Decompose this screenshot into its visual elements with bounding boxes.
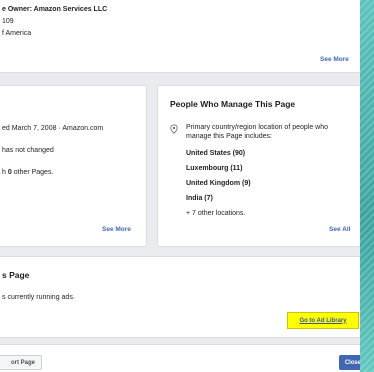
ads-status: s currently running ads. <box>2 294 75 301</box>
location-item: India (7) <box>186 195 213 202</box>
dialog-footer: ort Page Close <box>0 344 374 372</box>
merged-line: h 0 other Pages. <box>2 169 54 176</box>
info-line-3: f America <box>2 30 32 37</box>
report-page-button[interactable]: ort Page <box>0 355 42 370</box>
info-see-more-link[interactable]: See More <box>320 56 349 63</box>
page-history-card: ed March 7, 2008 · Amazon.com has not ch… <box>0 85 147 247</box>
managers-description-1: Primary country/region location of peopl… <box>186 124 329 131</box>
location-item: Luxembourg (11) <box>186 165 243 172</box>
name-change-line: has not changed <box>2 147 54 154</box>
managers-title: People Who Manage This Page <box>170 99 296 109</box>
history-see-more-link[interactable]: See More <box>102 226 131 233</box>
map-pin-icon <box>170 124 178 134</box>
background-edge <box>360 0 374 372</box>
page-managers-card: People Who Manage This Page Primary coun… <box>157 85 367 247</box>
location-item: United Kingdom (9) <box>186 180 251 187</box>
created-line: ed March 7, 2008 · Amazon.com <box>2 125 104 132</box>
managers-see-all-link[interactable]: See All <box>329 226 350 233</box>
owner-line: e Owner: Amazon Services LLC <box>2 6 108 13</box>
managers-description-2: manage this Page includes: <box>186 133 272 140</box>
more-locations: + 7 other locations. <box>186 210 246 217</box>
ad-library-button[interactable]: Go to Ad Library <box>287 312 359 329</box>
ads-title: s Page <box>2 270 30 280</box>
location-item: United States (90) <box>186 150 246 157</box>
info-line-2: 109 <box>2 18 14 25</box>
page-info-card: e Owner: Amazon Services LLC 109 f Ameri… <box>0 0 366 73</box>
page-transparency-dialog: e Owner: Amazon Services LLC 109 f Ameri… <box>0 0 374 372</box>
